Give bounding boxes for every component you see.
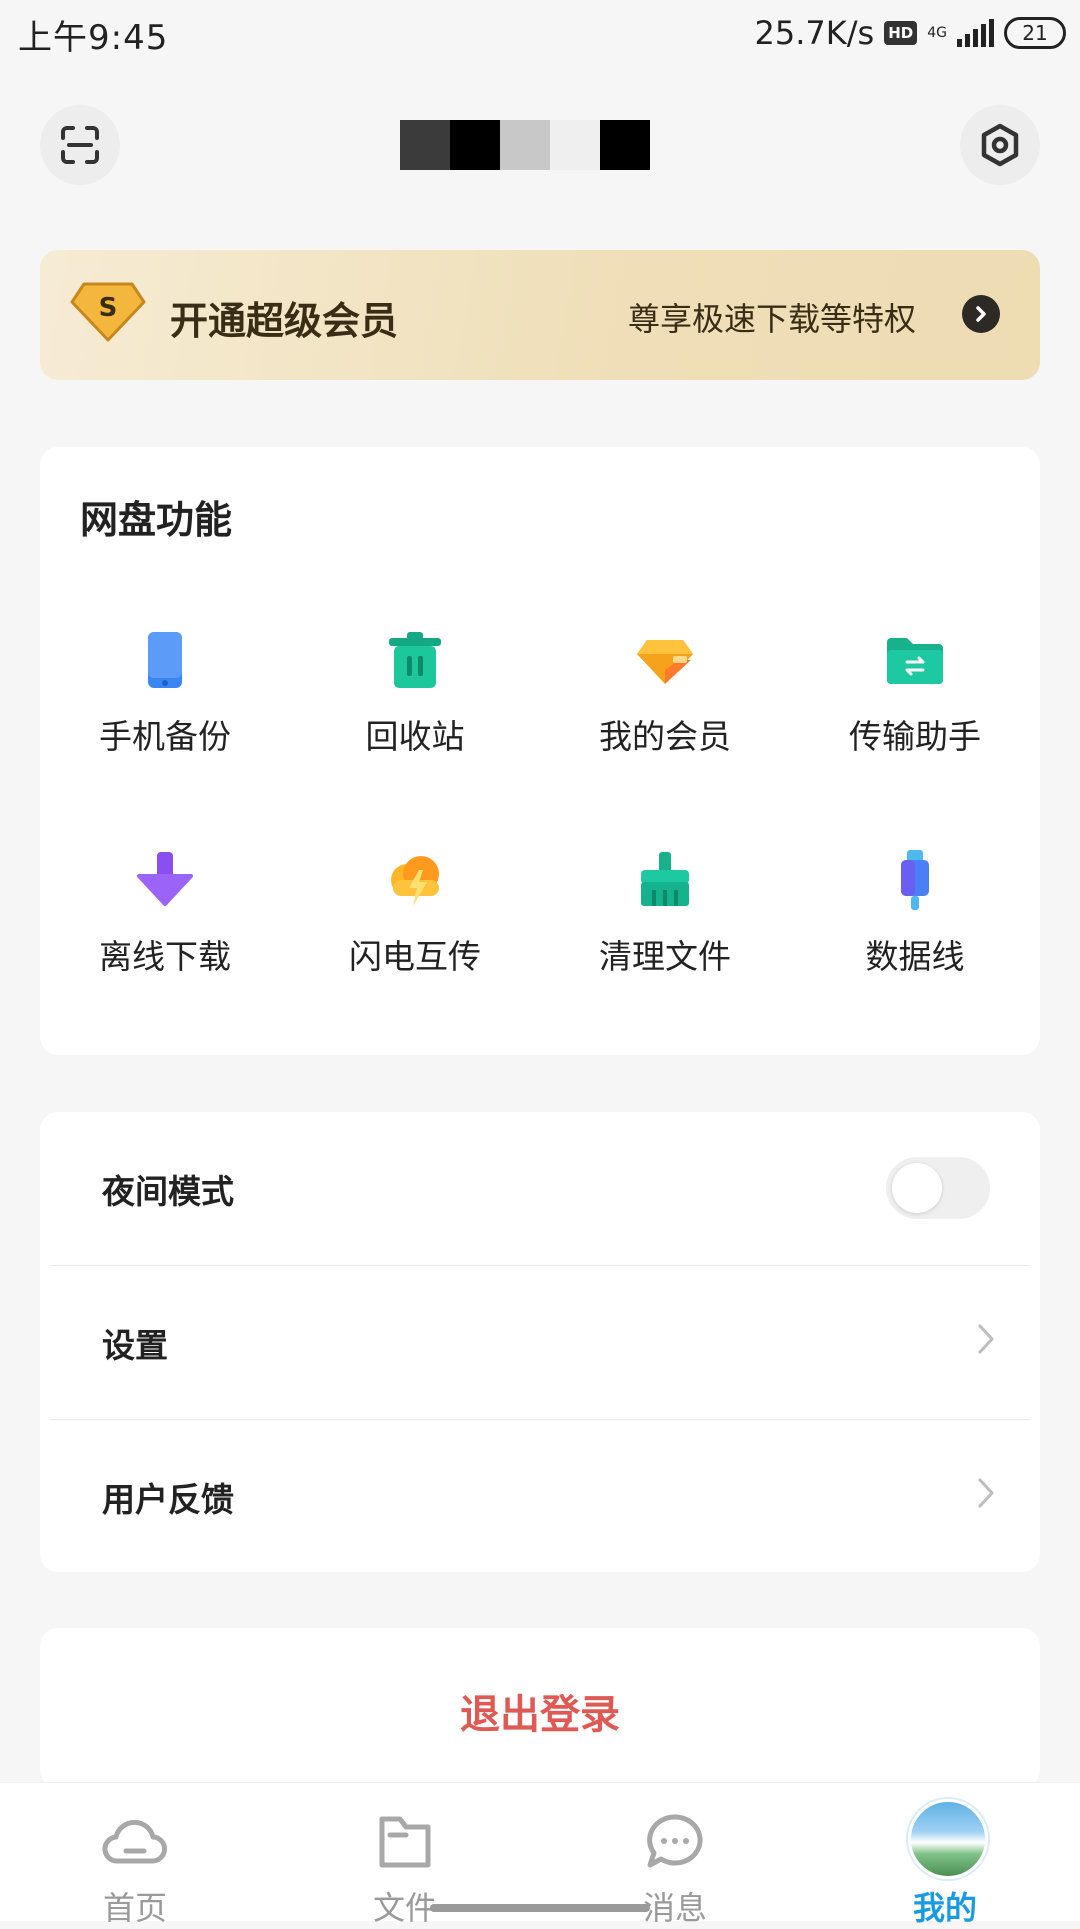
tab-label: 我的 [912,1889,977,1927]
tab-mine[interactable]: 我的 [810,1783,1080,1927]
feature-label: 传输助手 [849,717,981,756]
status-time: 上午9:45 [18,18,169,58]
logout-button[interactable]: 退出登录 [40,1682,1040,1740]
feature-lightning-transfer[interactable]: 闪电互传 [290,850,540,1000]
feature-my-vip[interactable]: 我的会员 [540,630,790,780]
battery-icon: 21 [1004,17,1066,49]
bottom-tab-bar: 首页 文件 消息 我的 [0,1782,1080,1927]
feature-label: 我的会员 [599,717,731,756]
feature-clean-files[interactable]: 清理文件 [540,850,790,1000]
folder-icon [379,1816,431,1868]
feature-label: 手机备份 [99,717,231,756]
feedback-row[interactable]: 用户反馈 [40,1420,1040,1573]
feature-phone-backup[interactable]: 手机备份 [40,630,290,780]
night-mode-toggle[interactable] [886,1157,990,1219]
status-bar: 上午9:45 25.7K/s HD 4G 21 [0,0,1080,66]
feature-label: 回收站 [365,717,465,756]
super-vip-badge-icon: S [70,282,146,342]
tab-files[interactable]: 文件 [270,1783,540,1927]
night-mode-row: 夜间模式 [40,1112,1040,1265]
settings-label: 设置 [102,1326,168,1365]
scan-icon [61,126,99,164]
network-speed: 25.7K/s [754,14,875,52]
settings-button[interactable] [960,105,1040,185]
features-card: 网盘功能 手机备份 回收站 我的会员 传输助手 离线下载 闪电互传 清理文件 数… [40,447,1040,1055]
chevron-right-icon [978,1478,994,1508]
vip-badge-letter: S [99,293,118,323]
toggle-knob [892,1163,942,1213]
cloud-icon [102,1819,167,1864]
feature-label: 闪电互传 [349,937,481,976]
feature-offline-download[interactable]: 离线下载 [40,850,290,1000]
tab-home[interactable]: 首页 [0,1783,270,1927]
avatar [908,1799,988,1879]
hd-badge: HD [884,21,918,45]
username-blurred [400,120,650,170]
home-indicator[interactable] [430,1904,650,1912]
chevron-right-icon [976,306,986,322]
tab-messages[interactable]: 消息 [540,1783,810,1927]
trash-icon [389,632,441,688]
transfer-folder-icon [887,638,943,684]
feature-label: 清理文件 [599,937,731,976]
status-indicators: 25.7K/s HD 4G 21 [755,14,1066,52]
feature-transfer-assistant[interactable]: 传输助手 [790,630,1040,780]
vip-arrow-button[interactable] [962,295,1000,333]
vip-banner[interactable]: S 开通超级会员 尊享极速下载等特权 [40,250,1040,380]
logout-card: 退出登录 [40,1628,1040,1788]
settings-row[interactable]: 设置 [40,1266,1040,1419]
features-title: 网盘功能 [80,498,233,542]
vip-title: 开通超级会员 [170,299,399,343]
download-arrow-icon [137,852,193,906]
feature-label: 数据线 [865,937,965,976]
scan-button[interactable] [40,105,120,185]
feature-label: 离线下载 [99,937,231,976]
feature-recycle-bin[interactable]: 回收站 [290,630,540,780]
usb-cable-icon [901,850,929,910]
signal-icon [957,19,994,47]
hexagon-settings-icon [981,123,1019,167]
feedback-label: 用户反馈 [102,1480,234,1519]
battery-level: 21 [1022,21,1048,45]
broom-icon [641,852,689,906]
night-mode-label: 夜间模式 [102,1172,234,1211]
feature-data-cable[interactable]: 数据线 [790,850,1040,1000]
vip-subtitle: 尊享极速下载等特权 [628,300,917,338]
lightning-cloud-icon [391,856,439,906]
tab-label: 首页 [102,1889,167,1927]
diamond-icon [637,640,693,684]
chevron-right-icon [978,1324,994,1354]
chat-bubble-icon [647,1814,703,1868]
network-type: 4G [927,25,947,41]
phone-backup-icon [148,632,182,688]
settings-list-card: 夜间模式 设置 用户反馈 [40,1112,1040,1572]
